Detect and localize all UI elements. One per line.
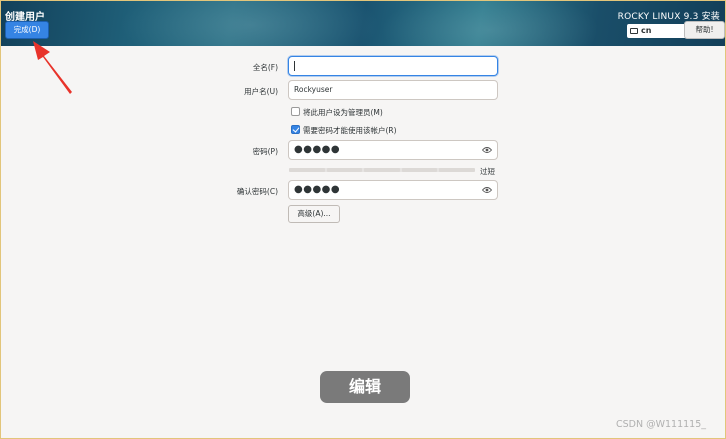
fullname-input[interactable]: [288, 56, 498, 76]
username-input[interactable]: Rockyuser: [288, 80, 498, 100]
require-password-checkbox[interactable]: [291, 125, 300, 134]
password-input[interactable]: ●●●●●: [288, 140, 498, 160]
header-texture: [380, 0, 600, 46]
annotation-arrow-icon: [33, 41, 72, 94]
keyboard-layout-label: cn: [641, 26, 652, 35]
confirm-password-label: 确认密码(C): [236, 187, 278, 196]
text-cursor: [294, 61, 295, 71]
password-label: 密码(P): [252, 147, 278, 156]
password-strength-label: 过短: [480, 167, 495, 176]
admin-checkbox-label: 将此用户设为管理员(M): [303, 108, 383, 117]
keyboard-icon: [630, 28, 638, 34]
help-button[interactable]: 帮助!: [684, 21, 725, 39]
advanced-button[interactable]: 高级(A)...: [288, 205, 340, 223]
show-password-icon[interactable]: [482, 146, 492, 154]
confirm-password-input[interactable]: ●●●●●: [288, 180, 498, 200]
edit-badge: 编辑: [320, 371, 410, 403]
fullname-label: 全名(F): [252, 63, 278, 72]
password-dots: ●●●●●: [294, 144, 341, 155]
password-strength-bar: [289, 168, 475, 172]
show-confirm-password-icon[interactable]: [482, 186, 492, 194]
keyboard-layout-indicator[interactable]: cn: [627, 24, 687, 38]
require-password-checkbox-label: 需要密码才能使用该帐户(R): [303, 126, 397, 135]
header-texture: [120, 0, 380, 46]
admin-checkbox[interactable]: [291, 107, 300, 116]
confirm-password-dots: ●●●●●: [294, 184, 341, 195]
username-label: 用户名(U): [244, 87, 278, 96]
watermark: CSDN @W111115_: [615, 419, 706, 430]
